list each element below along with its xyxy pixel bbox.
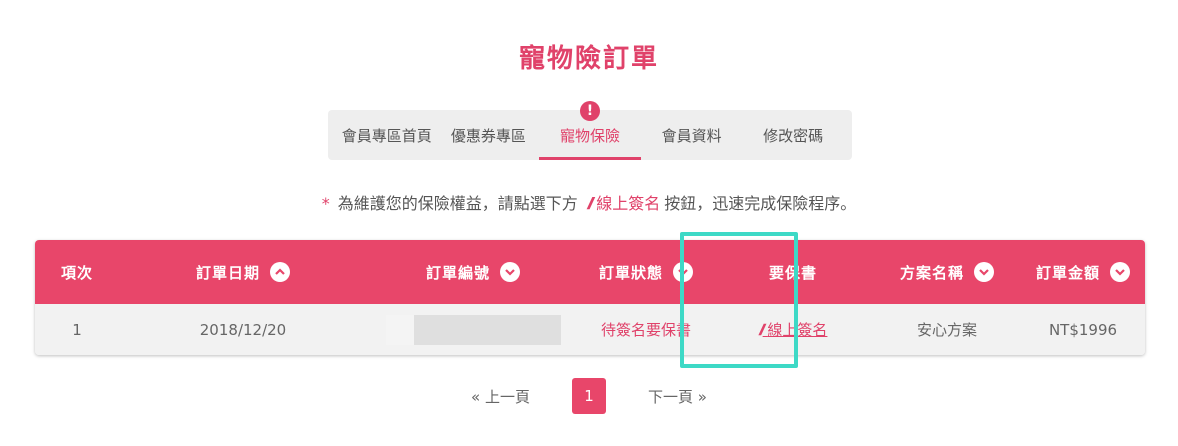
cell-date: 2018/12/20 [199,320,287,339]
header-label: 訂單編號 [425,263,490,282]
chevron-up-icon[interactable] [270,262,290,282]
tab-pet-insurance[interactable]: ! 寵物保險 [539,101,641,160]
cell-amount: NT$1996 [1048,320,1118,339]
online-sign-link[interactable]: 𝒍 線上簽名 [759,319,828,340]
tab-member-info[interactable]: 會員資料 [641,110,743,160]
header-label: 訂單金額 [1035,263,1100,282]
header-proposal: 要保書 [713,240,873,304]
member-tabs: 會員專區首頁 優惠券專區 ! 寵物保險 會員資料 修改密碼 [328,101,852,160]
prev-page-link[interactable]: « 上一頁 [471,386,530,407]
chevron-down-icon[interactable] [500,262,520,282]
tab-label: 會員專區首頁 [341,126,432,145]
header-order-no[interactable]: 訂單編號 [367,240,579,304]
page-title: 寵物險訂單 [518,44,659,74]
tab-change-password[interactable]: 修改密碼 [742,110,844,160]
header-label: 訂單日期 [195,263,260,282]
cell-plan: 安心方案 [916,321,977,339]
pen-icon: 𝒍 [586,194,592,213]
sign-link-label: 線上簽名 [767,321,828,339]
table-row: 1 2018/12/20 待簽名要保書 𝒍 線上簽名 安心方案 NT$1996 [35,304,1145,355]
header-label: 要保書 [768,263,817,282]
header-index: 項次 [35,240,119,304]
tab-member-home[interactable]: 會員專區首頁 [336,110,438,160]
orders-table: 項次 訂單日期 訂單編號 訂單狀態 要保書 方案名稱 訂單金額 1 2018/1… [35,240,1145,355]
tab-label: 修改密碼 [763,126,824,145]
required-star: * [321,194,330,213]
pen-icon: 𝒍 [758,321,763,339]
chevron-down-icon[interactable] [673,262,693,282]
table-header: 項次 訂單日期 訂單編號 訂單狀態 要保書 方案名稱 訂單金額 [35,240,1145,304]
header-plan[interactable]: 方案名稱 [873,240,1021,304]
cell-status: 待簽名要保書 [600,321,691,339]
notice-sign-hint: 𝒍 線上簽名 [587,194,660,213]
sign-notice: * 為維護您的保險權益，請點選下方 𝒍 線上簽名 按鈕，迅速完成保險程序。 [0,190,1178,214]
pagination: « 上一頁 1 下一頁 » [0,378,1178,414]
notice-sign-label: 線上簽名 [596,194,661,213]
tab-label: 寵物保險 [559,126,620,145]
notice-text-before: 為維護您的保險權益，請點選下方 [337,194,578,213]
cell-order-no [367,304,579,355]
alert-icon: ! [579,101,600,121]
current-page[interactable]: 1 [572,378,606,414]
header-label: 項次 [60,263,93,282]
header-label: 訂單狀態 [598,263,663,282]
header-amount[interactable]: 訂單金額 [1021,240,1145,304]
tab-coupons[interactable]: 優惠券專區 [438,110,540,160]
notice-text-after: 按鈕，迅速完成保險程序。 [664,194,857,213]
tab-label: 優惠券專區 [450,126,526,145]
cell-proposal: 𝒍 線上簽名 [713,304,873,355]
header-date[interactable]: 訂單日期 [119,240,367,304]
tab-label: 會員資料 [661,126,722,145]
cell-index: 1 [72,320,82,339]
chevron-down-icon[interactable] [1110,262,1130,282]
next-page-link[interactable]: 下一頁 » [648,386,707,407]
masked-order-number [385,314,561,345]
chevron-down-icon[interactable] [974,262,994,282]
header-label: 方案名稱 [899,263,964,282]
header-status[interactable]: 訂單狀態 [579,240,713,304]
